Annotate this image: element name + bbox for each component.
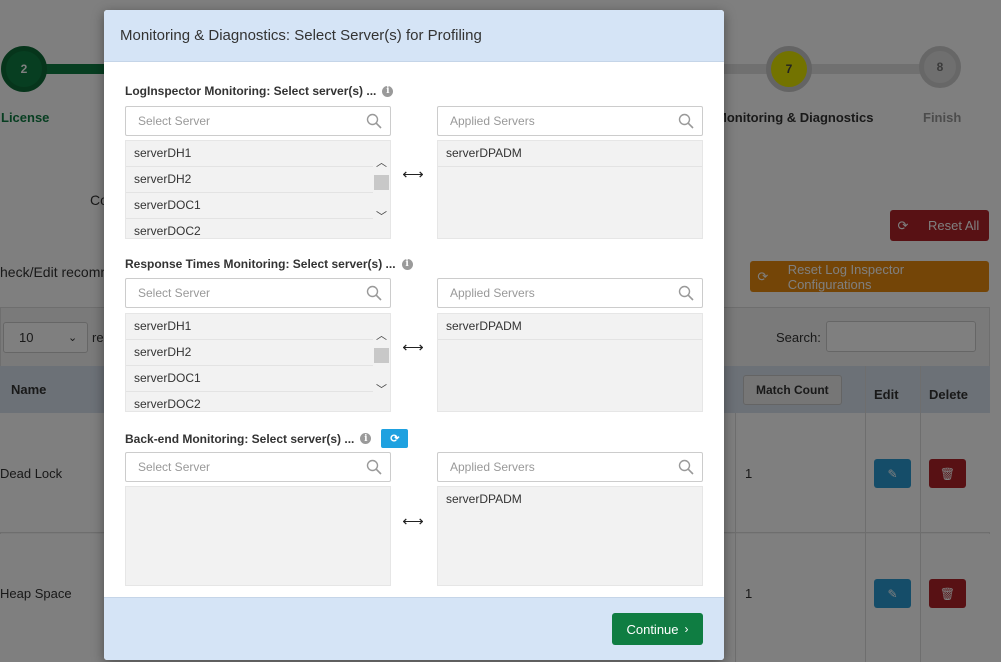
server-selection-modal: Monitoring & Diagnostics: Select Server(…	[104, 10, 724, 660]
list-item[interactable]: serverDOC1	[126, 366, 390, 392]
applied-servers-input[interactable]	[438, 279, 658, 307]
swap-arrows-icon[interactable]: ⟷	[402, 339, 424, 356]
list-item[interactable]: serverDH2	[126, 340, 390, 366]
list-item[interactable]: serverDOC1	[126, 193, 390, 219]
list-item[interactable]: serverDH1	[126, 314, 390, 340]
list-scrollbar[interactable]: ︿ ﹀	[373, 141, 390, 238]
search-icon	[366, 113, 382, 129]
swap-arrows-icon[interactable]: ⟷	[402, 513, 424, 530]
info-icon[interactable]: i	[360, 433, 372, 444]
search-icon	[678, 113, 694, 129]
applied-servers-list[interactable]: serverDPADM	[437, 313, 703, 412]
list-item[interactable]: serverDOC2	[126, 392, 390, 411]
modal-title: Monitoring & Diagnostics: Select Server(…	[120, 27, 482, 44]
search-icon	[366, 285, 382, 301]
select-server-input[interactable]	[126, 453, 346, 481]
applied-servers-list[interactable]: serverDPADM	[437, 486, 703, 586]
available-servers-list[interactable]	[125, 486, 391, 586]
search-icon	[678, 459, 694, 475]
continue-label: Continue	[626, 621, 679, 637]
applied-servers-search[interactable]	[437, 106, 703, 136]
select-server-input[interactable]	[126, 279, 346, 307]
scroll-thumb[interactable]	[374, 175, 389, 190]
swap-arrows-icon[interactable]: ⟷	[402, 166, 424, 183]
search-icon	[366, 459, 382, 475]
info-icon[interactable]: i	[382, 85, 394, 97]
scroll-up-icon[interactable]: ︿	[374, 328, 389, 342]
available-servers-list[interactable]: serverDH1 serverDH2 serverDOC1 serverDOC…	[125, 313, 391, 412]
applied-servers-list[interactable]: serverDPADM	[437, 140, 703, 239]
scroll-down-icon[interactable]: ﹀	[374, 382, 389, 396]
continue-button[interactable]: Continue ›	[612, 613, 703, 645]
scroll-down-icon[interactable]: ﹀	[374, 209, 389, 223]
list-item[interactable]: serverDPADM	[438, 141, 702, 167]
modal-footer: Continue ›	[104, 597, 724, 660]
list-item[interactable]: serverDPADM	[438, 487, 702, 513]
list-scrollbar[interactable]: ︿ ﹀	[373, 314, 390, 411]
applied-servers-search[interactable]	[437, 278, 703, 308]
search-icon	[678, 285, 694, 301]
select-server-input[interactable]	[126, 107, 346, 135]
applied-servers-input[interactable]	[438, 453, 658, 481]
backend-section-title: Back-end Monitoring: Select server(s) ..…	[125, 429, 409, 448]
list-item[interactable]: serverDH1	[126, 141, 390, 167]
loginspector-section-title: LogInspector Monitoring: Select server(s…	[125, 84, 394, 98]
applied-servers-search[interactable]	[437, 452, 703, 482]
select-server-search[interactable]	[125, 452, 391, 482]
response-times-section-title: Response Times Monitoring: Select server…	[125, 257, 413, 271]
chevron-right-icon: ›	[684, 622, 689, 636]
refresh-button[interactable]: ⟳	[381, 429, 409, 448]
select-server-search[interactable]	[125, 278, 391, 308]
applied-servers-input[interactable]	[438, 107, 658, 135]
list-item[interactable]: serverDPADM	[438, 314, 702, 340]
refresh-icon: ⟳	[390, 433, 400, 445]
available-servers-list[interactable]: serverDH1 serverDH2 serverDOC1 serverDOC…	[125, 140, 391, 239]
scroll-thumb[interactable]	[374, 348, 389, 363]
list-item[interactable]: serverDH2	[126, 167, 390, 193]
select-server-search[interactable]	[125, 106, 391, 136]
scroll-up-icon[interactable]: ︿	[374, 155, 389, 169]
list-item[interactable]: serverDOC2	[126, 219, 390, 238]
modal-header: Monitoring & Diagnostics: Select Server(…	[104, 10, 724, 62]
info-icon[interactable]: i	[401, 258, 413, 270]
